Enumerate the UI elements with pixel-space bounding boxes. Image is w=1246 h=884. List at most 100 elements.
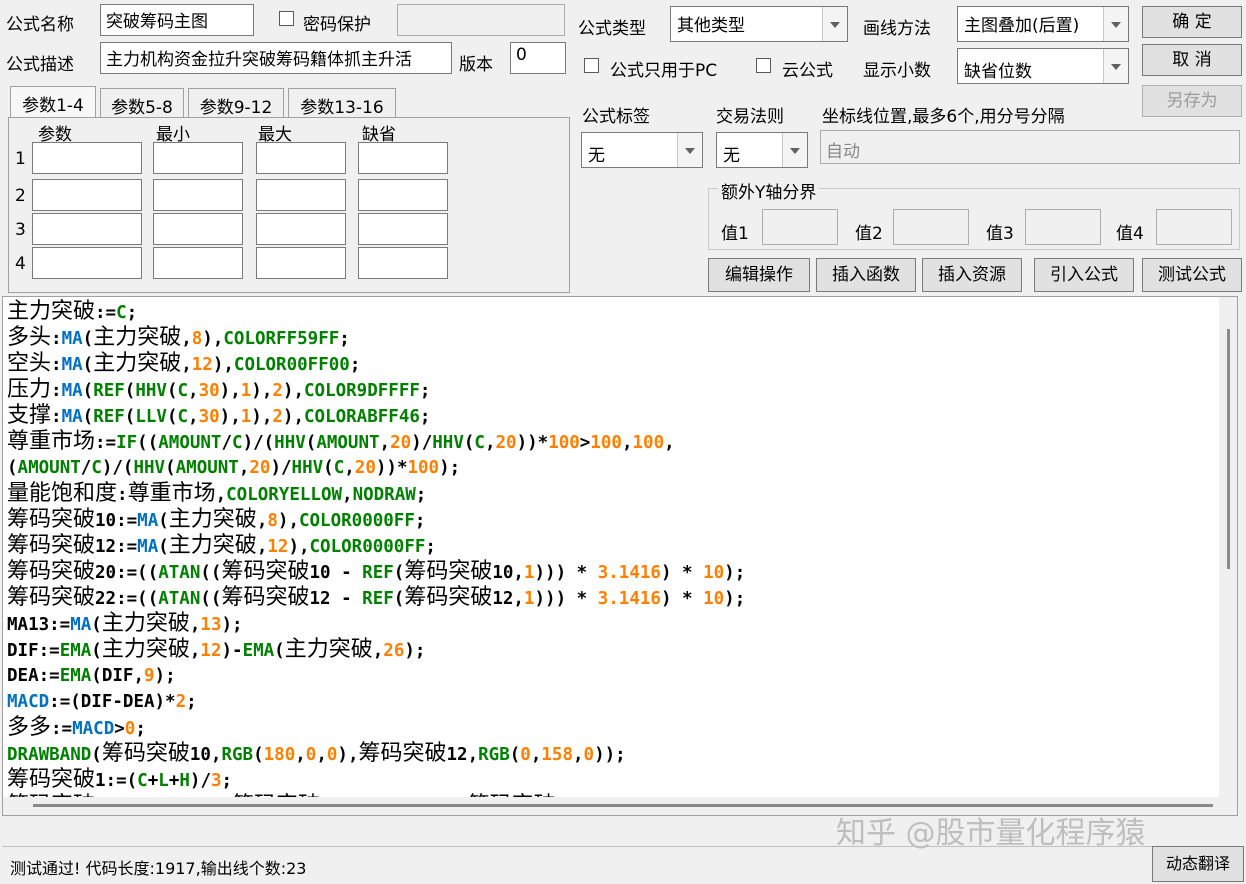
password-input (397, 4, 565, 36)
code-token: , (189, 641, 201, 661)
code-token: ( (82, 381, 94, 401)
pc-only-checkbox[interactable] (584, 58, 599, 73)
code-token: ), (282, 381, 304, 401)
scroll-thumb[interactable] (33, 804, 1213, 807)
code-token: 1 (240, 381, 252, 401)
save-as-button[interactable]: 另存为 (1142, 85, 1242, 117)
code-token: MA (70, 615, 92, 635)
insert-resource-button[interactable]: 插入资源 (922, 258, 1022, 292)
formula-type-select[interactable]: 其他类型 (670, 6, 848, 42)
test-formula-button[interactable]: 测试公式 (1142, 258, 1242, 292)
code-token: ); (724, 589, 746, 609)
draw-method-select[interactable]: 主图叠加(后置) (957, 6, 1129, 42)
code-token: : (51, 381, 62, 401)
cancel-button[interactable]: 取 消 (1142, 44, 1242, 76)
insert-function-button[interactable]: 插入函数 (816, 258, 916, 292)
param-2-max-input[interactable] (256, 179, 346, 211)
formula-name-label: 公式名称 (6, 15, 74, 35)
y-value-1-input (762, 209, 838, 245)
edit-ops-button[interactable]: 编辑操作 (708, 258, 810, 292)
code-token: ); (404, 641, 426, 661)
import-formula-button[interactable]: 引入公式 (1034, 258, 1134, 292)
param-3-max-input[interactable] (256, 213, 346, 245)
code-token: 主力突破 (168, 507, 257, 532)
param-4-max-input[interactable] (256, 247, 346, 279)
code-token: COLOR0000FF (298, 511, 415, 531)
code-token: HHV (291, 458, 324, 478)
code-token: ( (509, 745, 521, 765)
code-token: 10 (703, 589, 725, 609)
code-text[interactable]: 主力突破:=C; 多头:MA(主力突破,8),COLORFF59FF; 空头:MA(… (7, 299, 1217, 815)
code-token: 10 (703, 563, 725, 583)
code-token: 8 (267, 511, 278, 531)
code-line: 主力突破:=C; (7, 299, 1217, 325)
param-4-name-input[interactable] (32, 247, 142, 279)
formula-type-value: 其他类型 (677, 16, 745, 36)
code-token: COLORFF59FF (223, 329, 340, 349)
password-protect-checkbox[interactable] (279, 11, 294, 26)
tab-params-9-12[interactable]: 参数9-12 (188, 88, 284, 118)
code-token: 12:= (95, 537, 138, 557)
code-token: (( (200, 589, 222, 609)
formula-tag-select[interactable]: 无 (581, 132, 703, 168)
code-token: ( (165, 458, 176, 478)
tab-params-1-4[interactable]: 参数1-4 (10, 86, 96, 118)
param-1-name-input[interactable] (32, 142, 142, 174)
code-token: , (256, 511, 268, 531)
ok-button[interactable]: 确 定 (1142, 6, 1242, 38)
code-token: , (664, 433, 675, 453)
formula-name-input[interactable]: 突破筹码主图 (100, 4, 254, 36)
code-token: 10, (492, 563, 524, 583)
cloud-formula-checkbox[interactable] (756, 58, 771, 73)
dynamic-translate-button[interactable]: 动态翻译 (1152, 846, 1244, 882)
version-input[interactable]: 0 (510, 42, 566, 74)
code-token: AMOUNT (316, 433, 380, 453)
version-label: 版本 (459, 55, 493, 75)
vertical-scrollbar[interactable] (1219, 297, 1237, 797)
param-1-default-input[interactable] (358, 142, 448, 174)
param-4-min-input[interactable] (153, 247, 243, 279)
code-token: 筹码突破 (7, 559, 96, 584)
code-token: EMA (59, 641, 92, 661)
trade-rule-select[interactable]: 无 (716, 132, 808, 168)
param-2-min-input[interactable] (153, 179, 243, 211)
param-3-min-input[interactable] (153, 213, 243, 245)
param-3-default-input[interactable] (358, 213, 448, 245)
code-token: 10:= (95, 511, 138, 531)
code-token: , (181, 329, 192, 349)
code-token: ))* (516, 433, 549, 453)
param-4-default-input[interactable] (358, 247, 448, 279)
scroll-thumb[interactable] (1227, 329, 1230, 569)
param-2-default-input[interactable] (358, 179, 448, 211)
decimals-select[interactable]: 缺省位数 (957, 48, 1129, 84)
code-token: (( (200, 563, 222, 583)
code-line: 压力:MA(REF(HHV(C,30),1),2),COLOR9DFFFF; (7, 377, 1217, 403)
cloud-formula-label: 云公式 (782, 61, 833, 81)
code-token: 1:=( (95, 771, 138, 791)
param-1-min-input[interactable] (153, 142, 243, 174)
code-token: REF (362, 589, 394, 609)
code-token: ( (253, 745, 264, 765)
code-token: COLORYELLOW (226, 485, 343, 505)
code-token: > (579, 433, 591, 453)
code-token: 3.1416 (597, 589, 661, 609)
tab-params-13-16[interactable]: 参数13-16 (288, 88, 396, 118)
param-2-name-input[interactable] (32, 179, 142, 211)
code-token: 3 (210, 771, 222, 791)
code-token: 筹码突破 (7, 767, 96, 792)
code-token: 20 (354, 458, 376, 478)
code-token: 0 (520, 745, 531, 765)
code-line: 筹码突破12:=MA(主力突破,12),COLOR0000FF; (7, 533, 1217, 559)
param-1-max-input[interactable] (256, 142, 346, 174)
code-token: ( (82, 355, 94, 375)
code-token: , (572, 745, 584, 765)
tab-params-5-8[interactable]: 参数5-8 (100, 88, 184, 118)
decimals-value: 缺省位数 (964, 62, 1032, 82)
code-line: 支撑:MA(REF(LLV(C,30),1),2),COLORABFF46; (7, 403, 1217, 429)
code-token: ( (393, 563, 405, 583)
code-token: 筹码突破 (404, 559, 493, 584)
code-editor[interactable]: 主力突破:=C; 多头:MA(主力突破,8),COLORFF59FF; 空头:MA(… (2, 296, 1238, 816)
code-token: )- (221, 641, 243, 661)
formula-desc-input[interactable]: 主力机构资金拉升突破筹码籍体抓主升活 (100, 42, 452, 74)
param-3-name-input[interactable] (32, 213, 142, 245)
